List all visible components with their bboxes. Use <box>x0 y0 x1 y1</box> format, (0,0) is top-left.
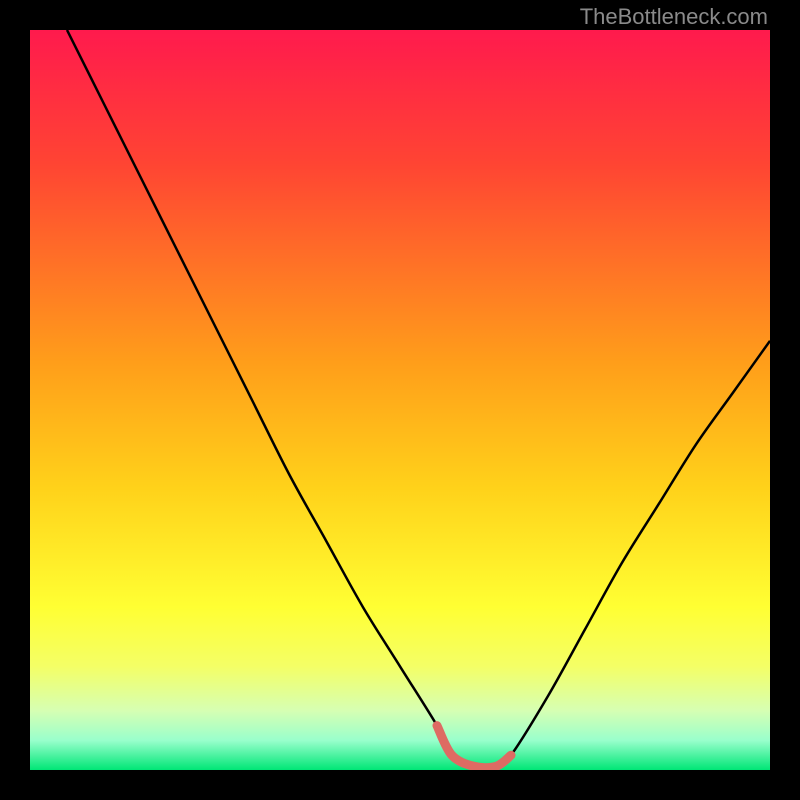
watermark-text: TheBottleneck.com <box>580 4 768 30</box>
gradient-background <box>30 30 770 770</box>
bottleneck-chart <box>30 30 770 770</box>
plot-area <box>30 30 770 770</box>
chart-frame: TheBottleneck.com <box>0 0 800 800</box>
